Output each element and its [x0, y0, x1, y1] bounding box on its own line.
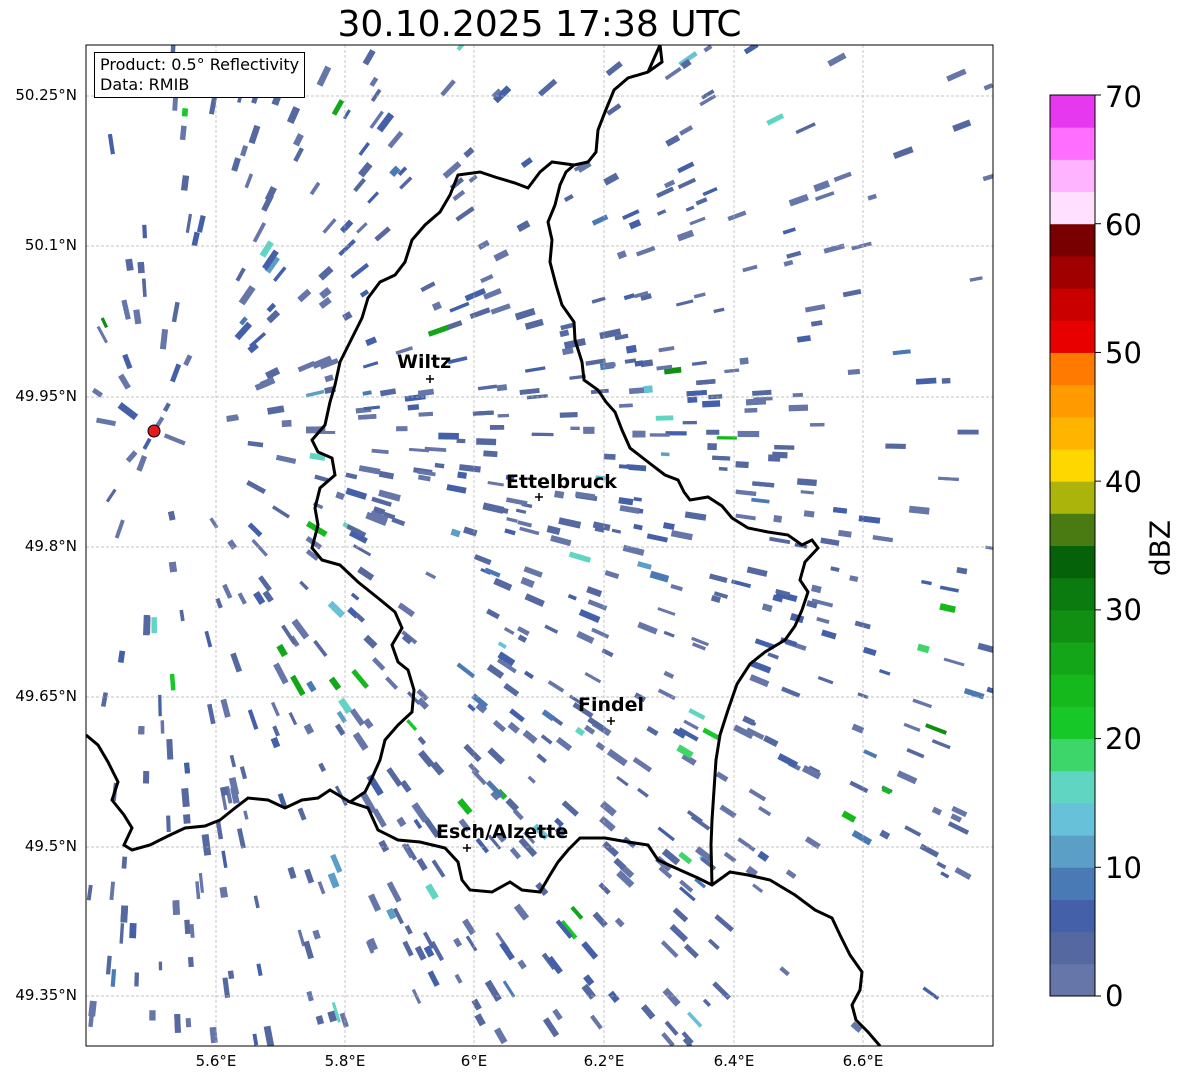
lon-label: 6.6°E — [842, 1052, 884, 1070]
colorbar-swatch — [1050, 320, 1095, 353]
colorbar-tick-label: 20 — [1105, 722, 1142, 756]
colorbar-tick-label: 0 — [1105, 979, 1124, 1013]
colorbar-swatch — [1050, 384, 1095, 418]
colorbar-swatch — [1050, 931, 1095, 965]
colorbar-tick-label: 60 — [1105, 208, 1142, 242]
lat-label: 49.65°N — [15, 687, 77, 705]
colorbar-tick-label: 70 — [1105, 80, 1142, 114]
lon-label: 6.4°E — [713, 1052, 755, 1070]
colorbar-tick-label: 10 — [1105, 851, 1142, 885]
colorbar-tick-label: 50 — [1105, 336, 1142, 370]
colorbar-swatch — [1050, 770, 1095, 804]
colorbar-tick-label: 40 — [1105, 465, 1142, 499]
lat-label: 49.35°N — [15, 986, 77, 1004]
colorbar-swatch — [1050, 577, 1095, 611]
colorbar-swatch — [1050, 835, 1095, 868]
colorbar-swatch — [1050, 899, 1095, 933]
colorbar-swatch — [1050, 963, 1095, 997]
colorbar-swatch — [1050, 352, 1095, 386]
lat-label: 50.1°N — [24, 236, 77, 254]
place-label: Ettelbruck — [506, 471, 617, 493]
colorbar-swatch — [1050, 802, 1095, 836]
place-label: Esch/Alzette — [436, 821, 568, 843]
place-label: Wiltz — [397, 351, 451, 373]
colorbar-swatch — [1050, 416, 1095, 450]
colorbar-swatch — [1050, 223, 1095, 257]
colorbar-tick-marks — [1095, 94, 1101, 997]
place-label: Findel — [578, 694, 644, 716]
lat-label: 49.5°N — [24, 837, 77, 855]
lat-label: 49.8°N — [24, 537, 77, 555]
colorbar-swatch — [1050, 255, 1095, 289]
colorbar-swatch — [1050, 545, 1095, 579]
colorbar-swatch — [1050, 674, 1095, 707]
colorbar-swatch — [1050, 706, 1095, 740]
colorbar-swatch — [1050, 481, 1095, 514]
colorbar-swatch — [1050, 288, 1095, 321]
product-info-box: Product: 0.5° Reflectivity Data: RMIB — [94, 52, 306, 98]
colorbar-swatch — [1050, 127, 1095, 160]
colorbar-swatch — [1050, 191, 1095, 225]
colorbar-swatch — [1050, 738, 1095, 772]
colorbar-tick-label: 30 — [1105, 593, 1142, 627]
colorbar-title: dBZ — [1143, 519, 1177, 577]
colorbar-swatch — [1050, 95, 1095, 128]
radar-map: Wiltz Ettelbruck Findel Esch/Alzette — [85, 44, 1101, 1047]
colorbar-swatch — [1050, 159, 1095, 193]
colorbar — [1050, 95, 1095, 997]
lat-label: 50.25°N — [15, 86, 77, 104]
product-label: Product: 0.5° Reflectivity — [100, 55, 300, 74]
lat-label: 49.95°N — [15, 387, 77, 405]
data-source-label: Data: RMIB — [100, 75, 190, 94]
radar-site-marker — [147, 424, 161, 438]
lon-label: 6°E — [460, 1052, 488, 1070]
lon-label: 5.8°E — [324, 1052, 366, 1070]
colorbar-swatch — [1050, 513, 1095, 546]
lon-label: 5.6°E — [195, 1052, 237, 1070]
colorbar-swatch — [1050, 609, 1095, 643]
colorbar-swatch — [1050, 448, 1095, 482]
lon-label: 6.2°E — [583, 1052, 625, 1070]
colorbar-swatch — [1050, 867, 1095, 900]
colorbar-swatch — [1050, 642, 1095, 675]
